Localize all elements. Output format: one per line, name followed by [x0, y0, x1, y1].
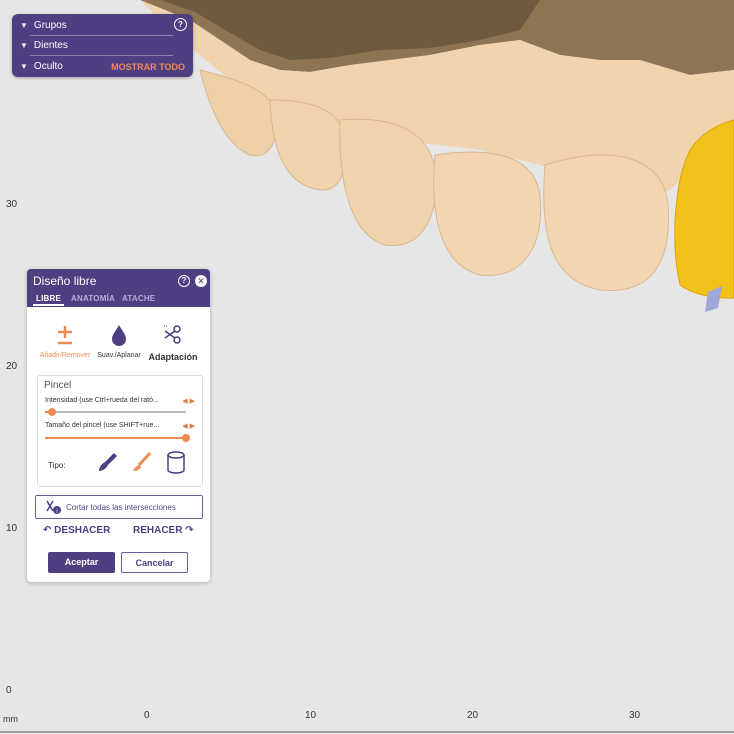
redo-label: REHACER	[133, 525, 183, 536]
adaptation-tool[interactable]: Adaptación	[147, 323, 199, 362]
ruler-label: 30	[6, 199, 18, 210]
scissors-icon	[164, 325, 181, 344]
ruler-label: 20	[6, 361, 18, 372]
cancel-button[interactable]: Cancelar	[121, 552, 188, 573]
accept-button[interactable]: Aceptar	[48, 552, 115, 573]
redo-button[interactable]: REHACER ↷	[133, 525, 194, 536]
cut-all-label: Cortar todas las intersecciones	[66, 502, 176, 512]
brush-icon[interactable]	[96, 450, 120, 474]
tab-atache[interactable]: ATACHE	[122, 294, 155, 303]
brush-size-arrows[interactable]: ◀ ▶	[182, 422, 195, 430]
help-icon[interactable]: ?	[178, 275, 190, 287]
groups-panel: ▼ Grupos ▼ Dientes ▼ Oculto ? MOSTRAR TO…	[12, 14, 193, 77]
horizontal-ruler: mm 0 10 20 30	[0, 710, 734, 734]
undo-icon: ↶	[43, 525, 52, 536]
panel-header: Diseño libre ? ✕ LIBRE ANATOMÍA ATACHE	[27, 269, 210, 307]
chevron-down-icon: ▼	[20, 61, 28, 71]
brush-title: Pincel	[44, 380, 72, 391]
drop-icon	[112, 325, 126, 346]
smooth-flatten-tool[interactable]: Suav./Aplanar	[93, 323, 145, 359]
hidden-row[interactable]: ▼ Oculto	[20, 57, 63, 75]
add-remove-label: Añadir/Remover	[39, 352, 91, 359]
close-icon[interactable]: ✕	[195, 275, 207, 287]
smooth-flatten-label: Suav./Aplanar	[97, 352, 141, 359]
cut-intersections-icon: i	[46, 500, 61, 515]
groups-row[interactable]: ▼ Grupos	[20, 16, 67, 34]
ruler-label: 10	[6, 523, 18, 534]
brush-size-thumb[interactable]	[182, 434, 190, 442]
groups-label: Grupos	[33, 19, 67, 31]
panel-title: Diseño libre	[33, 274, 97, 288]
chevron-down-icon: ▼	[20, 20, 28, 30]
tab-anatomia[interactable]: ANATOMÍA	[71, 294, 115, 303]
vertical-ruler: 30 20 10 0	[0, 0, 22, 710]
undo-button[interactable]: ↶ DESHACER	[43, 525, 110, 536]
intensity-thumb[interactable]	[48, 408, 56, 416]
free-design-panel: Diseño libre ? ✕ LIBRE ANATOMÍA ATACHE A…	[27, 269, 210, 582]
hidden-label: Oculto	[33, 60, 63, 72]
redo-icon: ↷	[185, 525, 194, 536]
adaptation-label: Adaptación	[148, 352, 198, 362]
add-remove-tool[interactable]: Añadir/Remover	[39, 323, 91, 359]
cylinder-icon[interactable]	[164, 450, 188, 476]
show-all-button[interactable]: MOSTRAR TODO	[111, 62, 185, 72]
cut-all-intersections-button[interactable]: i Cortar todas las intersecciones	[35, 495, 203, 519]
brush-size-fill	[45, 437, 186, 439]
intensity-arrows[interactable]: ◀ ▶	[182, 397, 195, 405]
ruler-label: 0	[6, 685, 12, 696]
brush-size-label: Tamaño del pincel (use SHIFT+rue...	[45, 422, 160, 429]
paintbrush-icon[interactable]	[130, 450, 154, 474]
brush-settings-card: Pincel Intensidad (use Ctrl+rueda del ra…	[37, 375, 203, 487]
tab-libre[interactable]: LIBRE	[36, 294, 61, 303]
brush-size-slider[interactable]	[45, 434, 190, 442]
chevron-down-icon: ▼	[20, 40, 28, 50]
teeth-row[interactable]: ▼ Dientes	[20, 36, 68, 54]
svg-text:i: i	[56, 509, 57, 515]
help-icon[interactable]: ?	[174, 18, 187, 31]
type-label: Tipo:	[48, 461, 66, 470]
active-tab-indicator	[33, 304, 64, 306]
divider	[30, 55, 173, 56]
intensity-label: Intensidad (use Ctrl+rueda del rató...	[45, 397, 159, 404]
intensity-slider[interactable]	[45, 408, 186, 416]
plus-minus-icon	[58, 326, 72, 345]
teeth-label: Dientes	[33, 39, 68, 51]
undo-label: DESHACER	[54, 525, 111, 536]
